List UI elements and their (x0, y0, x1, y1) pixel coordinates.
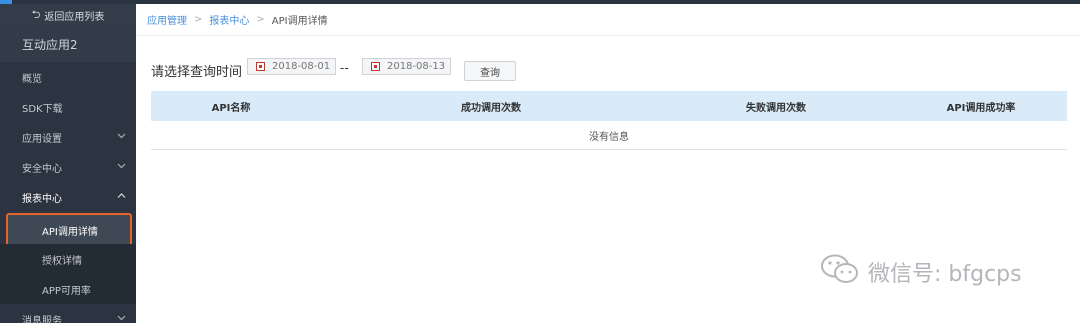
sidebar-item-label: APP可用率 (42, 285, 91, 297)
column-header-success-count: 成功调用次数 (461, 102, 521, 114)
query-button[interactable]: 查询 (464, 61, 516, 81)
watermark: 微信号: bfgcps (820, 252, 1022, 292)
sidebar-item-report-center[interactable]: 报表中心 (0, 182, 136, 212)
sidebar-item-label: 消息服务 (22, 315, 62, 323)
sidebar-item-api-call-details[interactable]: API调用详情 (6, 213, 132, 247)
column-header-failure-count: 失败调用次数 (746, 102, 806, 114)
sidebar-item-sdk-download[interactable]: SDK下载 (0, 92, 136, 122)
calendar-icon (256, 62, 265, 71)
sidebar-item-label: 概览 (22, 73, 42, 85)
end-date-value: 2018-08-13 (387, 61, 446, 72)
breadcrumb: 应用管理 > 报表中心 > API调用详情 (136, 4, 1080, 36)
chevron-down-icon (117, 131, 126, 140)
query-time-label: 请选择查询时间 (151, 65, 243, 80)
start-date-value: 2018-08-01 (272, 61, 331, 72)
column-header-success-rate: API调用成功率 (946, 102, 1016, 114)
sidebar-item-label: API调用详情 (42, 226, 98, 238)
sidebar-item-label: 安全中心 (22, 163, 62, 175)
sidebar-item-auth-details[interactable]: 授权详情 (0, 244, 136, 274)
back-arrow-icon: ⮌ (31, 7, 41, 21)
calendar-icon (371, 62, 380, 71)
wechat-logo-icon (820, 252, 860, 292)
breadcrumb-separator: > (256, 14, 265, 25)
breadcrumb-report-center[interactable]: 报表中心 (209, 12, 249, 27)
sidebar-item-app-settings[interactable]: 应用设置 (0, 122, 136, 152)
column-header-api-name: API名称 (211, 102, 251, 114)
sidebar-item-label: 报表中心 (22, 193, 62, 205)
sidebar-item-app-availability[interactable]: APP可用率 (0, 274, 136, 304)
sidebar-item-message-service[interactable]: 消息服务 (0, 304, 136, 323)
chevron-down-icon (117, 313, 126, 322)
table-header: API名称 成功调用次数 失败调用次数 API调用成功率 (151, 91, 1067, 121)
api-call-table: API名称 成功调用次数 失败调用次数 API调用成功率 没有信息 (151, 91, 1067, 150)
chevron-up-icon (117, 191, 126, 200)
app-name: 互动应用2 (0, 26, 136, 62)
sidebar: ⮌ 返回应用列表 互动应用2 概览 SDK下载 应用设置 安全中心 报表中心 A… (0, 4, 136, 323)
sidebar-item-overview[interactable]: 概览 (0, 62, 136, 92)
breadcrumb-current: API调用详情 (271, 16, 328, 27)
table-empty-row: 没有信息 (151, 121, 1067, 150)
watermark-text: 微信号: bfgcps (868, 262, 1022, 287)
end-date-input[interactable]: 2018-08-13 (362, 58, 451, 75)
sidebar-item-security-center[interactable]: 安全中心 (0, 152, 136, 182)
start-date-input[interactable]: 2018-08-01 (247, 58, 336, 75)
back-label: 返回应用列表 (44, 11, 105, 23)
back-to-app-list-button[interactable]: ⮌ 返回应用列表 (0, 4, 136, 26)
date-range-separator: -- (340, 61, 349, 75)
sidebar-item-label: SDK下载 (22, 103, 63, 115)
breadcrumb-app-management[interactable]: 应用管理 (147, 12, 187, 27)
chevron-down-icon (117, 161, 126, 170)
sidebar-item-label: 应用设置 (22, 133, 62, 145)
breadcrumb-separator: > (194, 14, 203, 25)
sidebar-item-label: 授权详情 (42, 255, 82, 267)
